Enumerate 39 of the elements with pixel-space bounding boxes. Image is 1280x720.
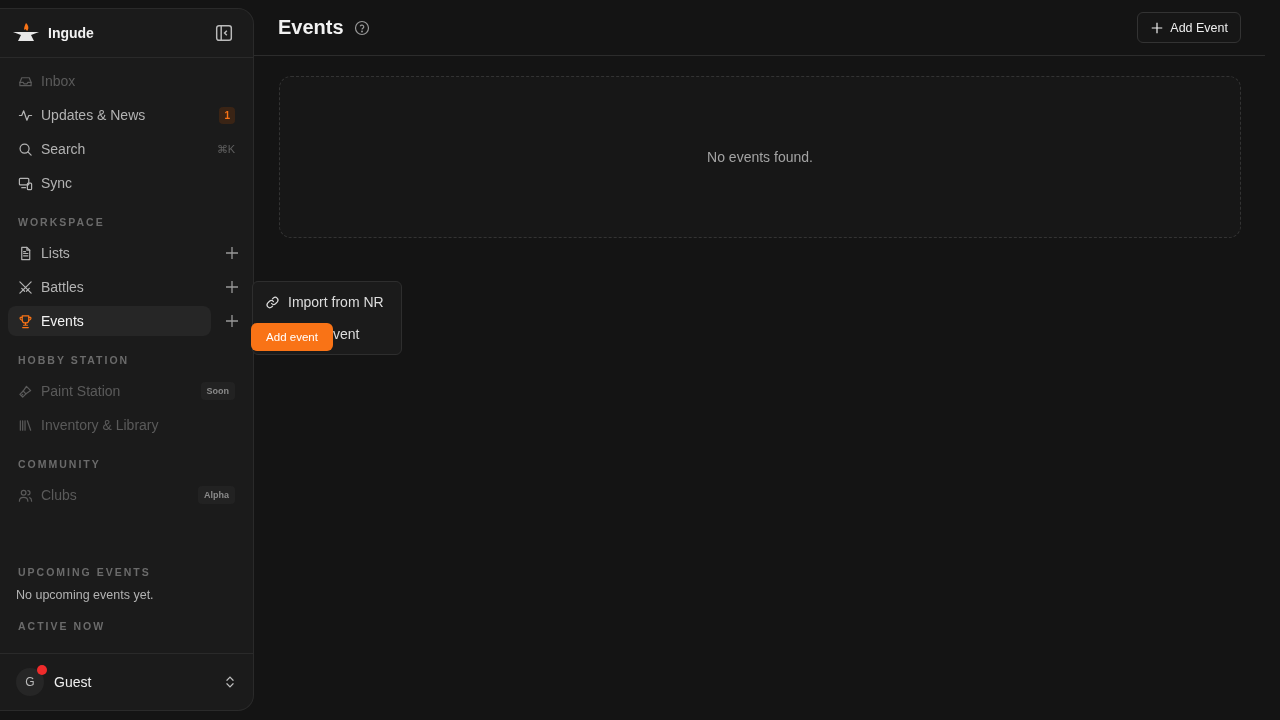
sidebar-item[interactable]: Sync bbox=[8, 168, 245, 198]
menu-item[interactable]: Import from NR bbox=[257, 286, 397, 318]
section-heading: COMMUNITY bbox=[17, 457, 102, 472]
status-tag: Soon bbox=[200, 382, 235, 400]
devices-icon bbox=[18, 175, 33, 191]
add-event-button[interactable]: Add Event bbox=[1137, 12, 1241, 43]
library-icon bbox=[18, 417, 33, 433]
document-icon bbox=[18, 245, 33, 261]
section-heading: ACTIVE NOW bbox=[17, 619, 107, 634]
brush-icon bbox=[18, 383, 33, 399]
anvil-flame-logo bbox=[12, 22, 40, 44]
brand-name: Ingude bbox=[48, 25, 95, 41]
chevron-up-down-icon[interactable] bbox=[223, 675, 237, 689]
count-badge: 1 bbox=[219, 106, 235, 124]
activity-icon bbox=[18, 107, 33, 123]
users-icon bbox=[18, 487, 33, 503]
help-icon[interactable] bbox=[353, 19, 370, 36]
crossed-swords-icon bbox=[18, 279, 33, 295]
sidebar-item[interactable]: Search ⌘K bbox=[8, 134, 245, 164]
status-tag: Alpha bbox=[198, 486, 235, 504]
empty-message: No upcoming events yet. bbox=[15, 588, 155, 604]
avatar[interactable]: G bbox=[16, 668, 44, 696]
sidebar-item[interactable]: Battles bbox=[8, 272, 211, 302]
tooltip: Add event bbox=[251, 323, 333, 351]
section-heading: WORKSPACE bbox=[17, 215, 106, 230]
plus-icon bbox=[1150, 20, 1165, 35]
empty-message: No events found. bbox=[707, 149, 813, 165]
sidebar-toggle-icon[interactable] bbox=[215, 24, 233, 42]
shortcut-hint: ⌘K bbox=[216, 142, 235, 156]
search-icon bbox=[18, 141, 33, 157]
section-heading: UPCOMING EVENTS bbox=[17, 565, 152, 580]
section-heading: HOBBY STATION bbox=[17, 353, 131, 368]
user-name: Guest bbox=[54, 674, 93, 690]
sidebar-item[interactable]: Events bbox=[8, 306, 211, 336]
trophy-icon bbox=[18, 313, 33, 329]
sidebar-item[interactable]: Updates & News 1 bbox=[8, 100, 245, 130]
link-icon bbox=[265, 294, 280, 310]
sidebar-item[interactable]: Lists bbox=[8, 238, 211, 268]
page-title: Events bbox=[278, 16, 344, 39]
